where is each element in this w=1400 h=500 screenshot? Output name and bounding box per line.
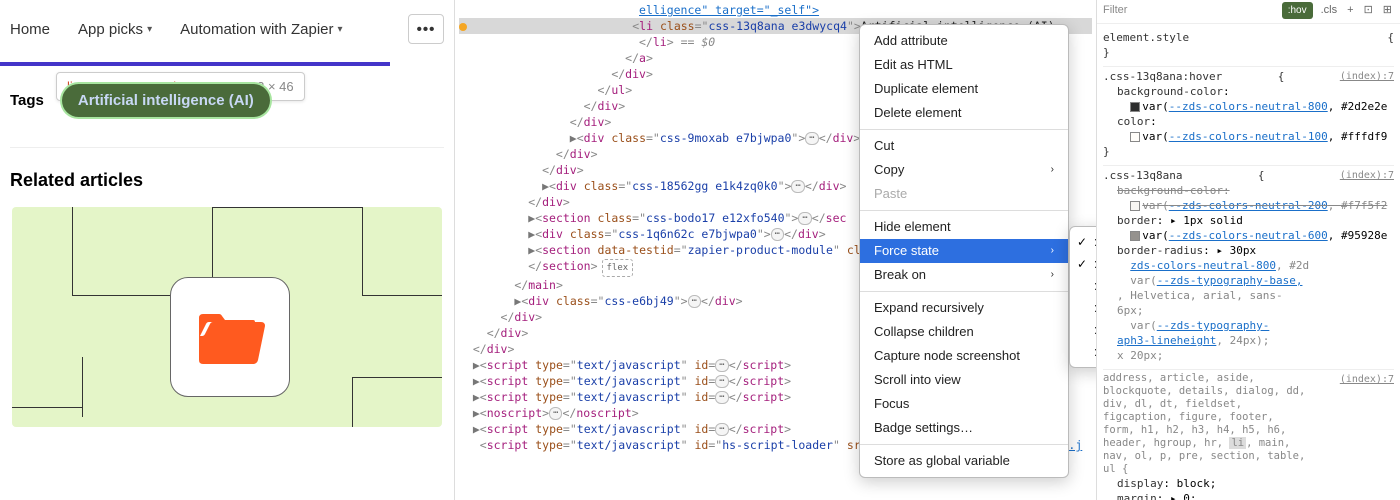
ctx-collapse[interactable]: Collapse children — [860, 320, 1068, 344]
state-visited[interactable]: :visited — [1070, 297, 1096, 319]
article-card[interactable] — [12, 207, 442, 427]
nav-home[interactable]: Home — [10, 21, 50, 38]
source-link[interactable]: (index):7 — [1340, 69, 1394, 84]
cls-toggle[interactable]: .cls — [1319, 3, 1340, 18]
rule-hover: .css-13q8ana:hover {(index):7 background… — [1103, 66, 1394, 159]
chevron-right-icon: › — [1051, 243, 1054, 259]
breakpoint-dot-icon — [459, 23, 467, 31]
rule-reset: address, article, aside, blockquote, det… — [1103, 369, 1394, 500]
flex-badge[interactable]: flex — [602, 259, 634, 277]
toolbar-icon[interactable]: ⊞ — [1381, 3, 1394, 18]
ctx-duplicate[interactable]: Duplicate element — [860, 77, 1068, 101]
filter-input[interactable]: Filter — [1103, 3, 1127, 18]
hov-toggle[interactable]: :hov — [1282, 2, 1313, 19]
chevron-right-icon: › — [1051, 267, 1054, 283]
chevron-right-icon: › — [1051, 162, 1054, 178]
chevron-down-icon: ▾ — [147, 24, 152, 35]
ctx-copy[interactable]: Copy› — [860, 158, 1068, 182]
new-rule-button[interactable]: + — [1345, 3, 1355, 18]
rule-base: .css-13q8ana {(index):7 background-color… — [1103, 165, 1394, 363]
styles-toolbar: Filter :hov .cls + ⊡ ⊞ — [1097, 0, 1400, 24]
nav-automation[interactable]: Automation with Zapier▾ — [180, 21, 342, 38]
context-menu: Add attribute Edit as HTML Duplicate ele… — [859, 24, 1069, 478]
ctx-scroll[interactable]: Scroll into view — [860, 368, 1068, 392]
tags-label: Tags — [10, 92, 44, 109]
styles-body[interactable]: element.style { } .css-13q8ana:hover {(i… — [1097, 24, 1400, 500]
ctx-cut[interactable]: Cut — [860, 134, 1068, 158]
styles-panel: Filter :hov .cls + ⊡ ⊞ element.style { }… — [1096, 0, 1400, 500]
state-hover[interactable]: ✓:hover — [1070, 253, 1096, 275]
website-panel: Home App picks▾ Automation with Zapier▾ … — [0, 0, 455, 500]
chevron-down-icon: ▾ — [338, 24, 343, 35]
folder-icon — [195, 308, 265, 366]
source-link[interactable]: (index):7 — [1340, 168, 1394, 183]
tag-pill-ai[interactable]: Artificial intelligence (AI) — [62, 84, 270, 117]
more-button[interactable]: ••• — [408, 14, 444, 44]
ctx-store[interactable]: Store as global variable — [860, 449, 1068, 473]
check-icon: ✓ — [1077, 256, 1087, 272]
rule-element-style: element.style { } — [1103, 28, 1394, 60]
related-articles: Related articles — [0, 148, 454, 427]
check-icon: ✓ — [1077, 234, 1087, 250]
ctx-break-on[interactable]: Break on› — [860, 263, 1068, 287]
ctx-expand[interactable]: Expand recursively — [860, 296, 1068, 320]
state-focus-within[interactable]: :focus-within — [1070, 319, 1096, 341]
ctx-focus[interactable]: Focus — [860, 392, 1068, 416]
ctx-paste: Paste — [860, 182, 1068, 206]
ctx-edit-html[interactable]: Edit as HTML — [860, 53, 1068, 77]
site-nav: Home App picks▾ Automation with Zapier▾ … — [0, 0, 454, 62]
ctx-hide[interactable]: Hide element — [860, 215, 1068, 239]
source-link[interactable]: (index):7 — [1340, 372, 1394, 476]
related-heading: Related articles — [10, 170, 444, 191]
force-state-submenu: ✓:active ✓:hover :focus :visited :focus-… — [1069, 226, 1096, 368]
ctx-delete[interactable]: Delete element — [860, 101, 1068, 125]
folder-icon-box — [170, 277, 290, 397]
ctx-capture[interactable]: Capture node screenshot — [860, 344, 1068, 368]
ctx-badge[interactable]: Badge settings… — [860, 416, 1068, 440]
toolbar-icon[interactable]: ⊡ — [1362, 3, 1375, 18]
state-focus[interactable]: :focus — [1070, 275, 1096, 297]
ctx-force-state[interactable]: Force state› — [860, 239, 1068, 263]
state-active[interactable]: ✓:active — [1070, 231, 1096, 253]
elements-panel: elligence" target="_self"> <li class="cs… — [455, 0, 1096, 500]
ctx-add-attribute[interactable]: Add attribute — [860, 29, 1068, 53]
state-focus-visible[interactable]: :focus-visible — [1070, 341, 1096, 363]
nav-app-picks[interactable]: App picks▾ — [78, 21, 152, 38]
